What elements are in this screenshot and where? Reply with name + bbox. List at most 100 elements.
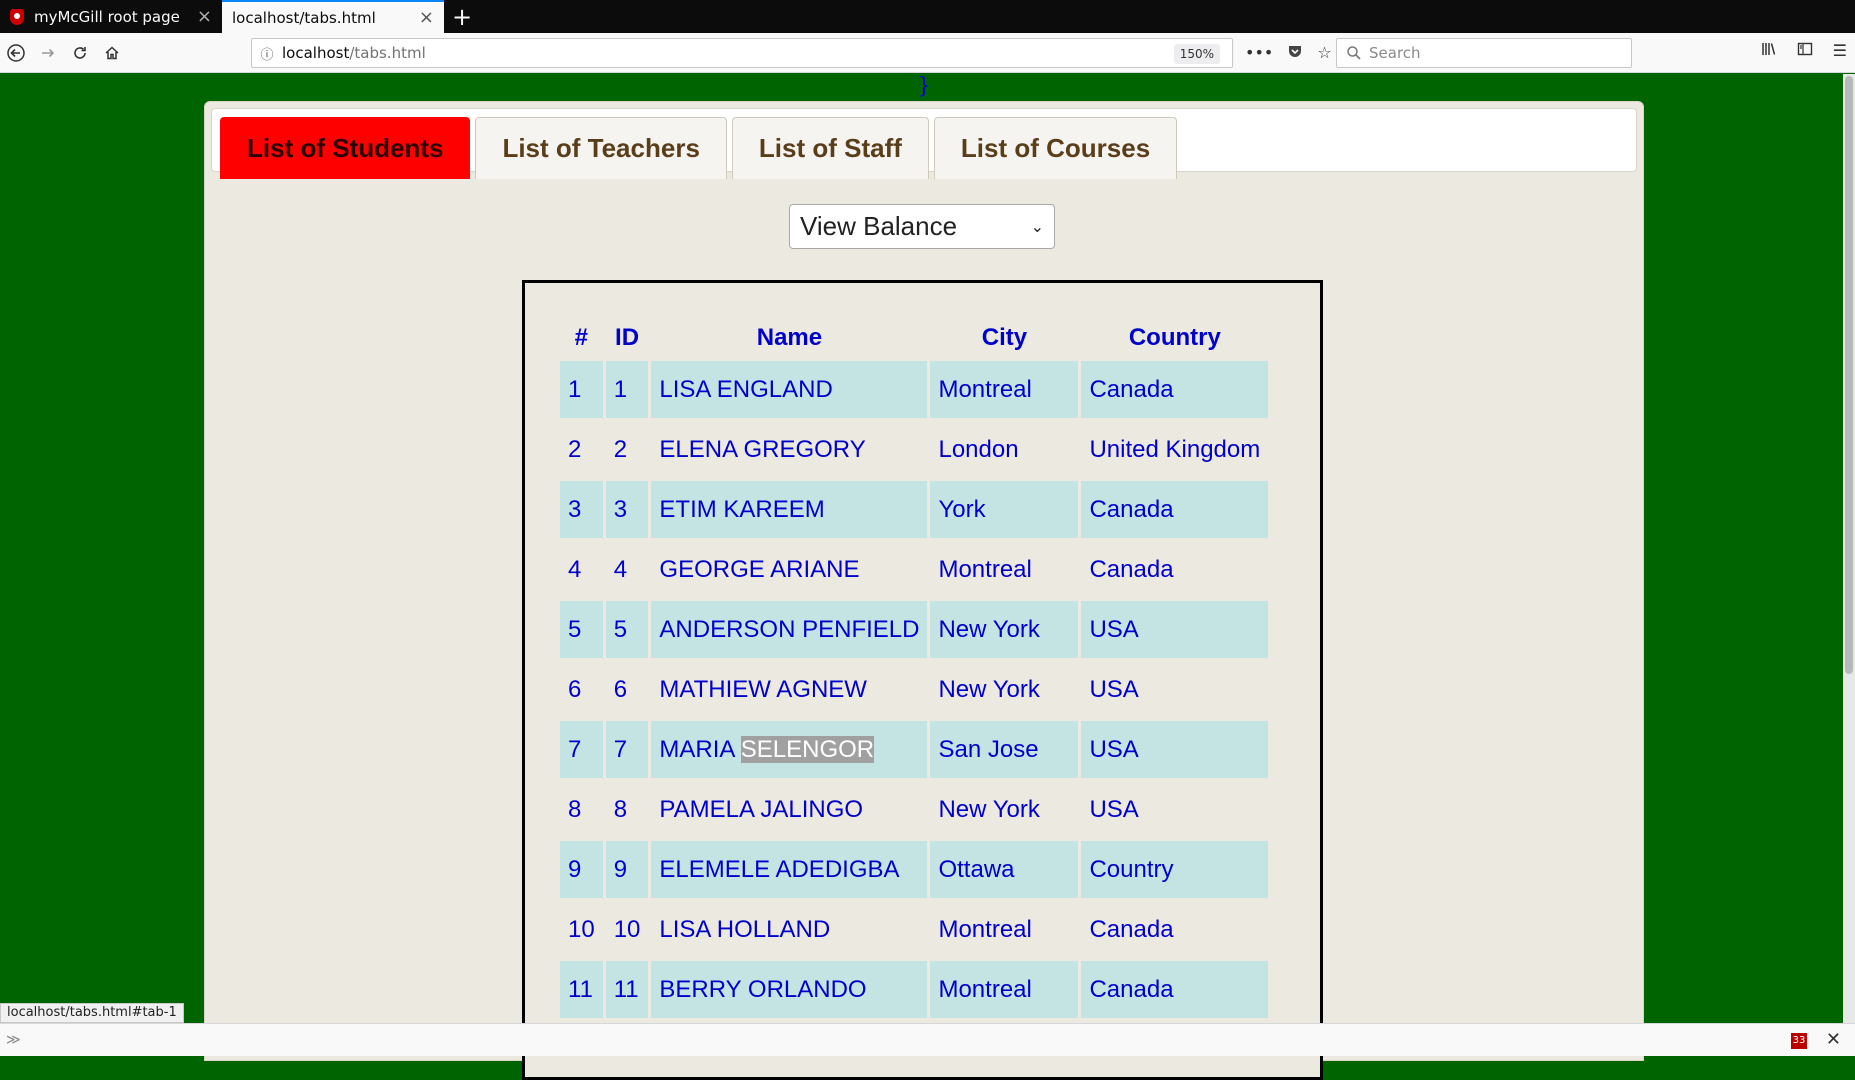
expand-chevron-icon[interactable]: ≫ xyxy=(6,1032,21,1048)
cell-id: 9 xyxy=(605,841,649,898)
column-header-country[interactable]: Country xyxy=(1081,318,1268,358)
search-input[interactable]: Search xyxy=(1336,38,1632,68)
zoom-level-badge[interactable]: 150% xyxy=(1173,44,1220,64)
info-icon[interactable]: ⓘ xyxy=(252,44,282,63)
cell-id: 8 xyxy=(613,795,628,823)
close-icon[interactable]: ✕ xyxy=(1826,1029,1841,1050)
home-button[interactable] xyxy=(96,37,128,69)
column-header-number[interactable]: # xyxy=(560,318,603,358)
students-table: # ID Name City Country 1 1 LISA ENGLAND Mon… xyxy=(557,315,1271,1021)
cell-country: Canada xyxy=(1081,361,1269,418)
cell-city: New York xyxy=(938,675,1040,703)
cell-city: Montreal xyxy=(938,915,1032,943)
table-row: 9 9 ELEMELE ADEDIGBA Ottawa Country xyxy=(560,841,1269,898)
mcgill-shield-icon xyxy=(10,8,24,25)
search-icon xyxy=(1347,46,1361,60)
column-header-id[interactable]: ID xyxy=(606,318,649,358)
column-header-name[interactable]: Name xyxy=(651,318,927,358)
browser-tab-tabs-html[interactable]: localhost/tabs.html × xyxy=(222,0,444,33)
browser-tab-strip: myMcGill root page × localhost/tabs.html… xyxy=(0,0,1855,33)
cell-city: Montreal xyxy=(930,961,1079,1018)
cell-country: Canada xyxy=(1081,961,1269,1018)
cell-name: LISA ENGLAND xyxy=(651,361,928,418)
table-row: 7 7 MARIA SELENGOR San Jose USA xyxy=(560,721,1269,778)
tab-list-of-teachers[interactable]: List of Teachers xyxy=(475,117,727,179)
table-row: 10 10 LISA HOLLAND Montreal Canada xyxy=(560,901,1268,958)
cell-id: 7 xyxy=(605,721,649,778)
cell-name: GEORGE ARIANE xyxy=(659,555,860,583)
page-actions-menu-icon[interactable]: ••• xyxy=(1245,43,1273,63)
cell-name: ELEMELE ADEDIGBA xyxy=(651,841,928,898)
browser-tab-title: localhost/tabs.html xyxy=(232,8,376,27)
pocket-icon[interactable] xyxy=(1287,43,1303,63)
cell-number: 4 xyxy=(568,555,582,583)
cell-country: USA xyxy=(1081,721,1269,778)
cell-number: 7 xyxy=(560,721,603,778)
chevron-down-icon: ⌄ xyxy=(1030,218,1044,236)
cell-id: 3 xyxy=(605,481,649,538)
sidebar-icon[interactable] xyxy=(1797,41,1813,61)
url-path: /tabs.html xyxy=(349,44,426,62)
status-url-tooltip: localhost/tabs.html#tab-1 xyxy=(0,1003,184,1023)
hamburger-menu-icon[interactable]: ☰ xyxy=(1833,41,1847,61)
tab-list-of-courses[interactable]: List of Courses xyxy=(933,117,1178,179)
view-select-dropdown[interactable]: View Balance ⌄ xyxy=(789,204,1055,249)
cell-name: LISA HOLLAND xyxy=(659,915,831,943)
new-tab-button[interactable]: + xyxy=(444,0,480,33)
library-icon[interactable] xyxy=(1761,41,1777,61)
cell-country: Canada xyxy=(1089,915,1174,943)
name-text: MARIA xyxy=(659,735,741,763)
cell-number: 10 xyxy=(568,915,595,943)
cell-name: ELENA GREGORY xyxy=(659,435,866,463)
bookmark-star-icon[interactable]: ☆ xyxy=(1317,43,1331,63)
table-row: 5 5 ANDERSON PENFIELD New York USA xyxy=(560,601,1269,658)
scrollbar-thumb[interactable] xyxy=(1845,76,1853,674)
cell-country: USA xyxy=(1081,601,1269,658)
close-tab-icon[interactable]: × xyxy=(197,6,212,27)
tab-list-of-students[interactable]: List of Students xyxy=(220,117,471,179)
cell-country: United Kingdom xyxy=(1089,435,1261,463)
cell-city: Ottawa xyxy=(930,841,1079,898)
tab-list-of-staff[interactable]: List of Staff xyxy=(731,117,929,179)
cell-id: 11 xyxy=(605,961,649,1018)
cell-name: MARIA SELENGOR xyxy=(651,721,928,778)
back-button[interactable] xyxy=(0,37,32,69)
tabs-panel: List of Students List of Teachers List o… xyxy=(204,101,1644,1080)
search-placeholder: Search xyxy=(1369,44,1421,62)
forward-button[interactable] xyxy=(32,37,64,69)
column-header-city[interactable]: City xyxy=(930,318,1078,358)
stray-brace-text: } xyxy=(917,74,931,99)
arrow-right-icon xyxy=(42,48,55,57)
students-table-container: # ID Name City Country 1 1 LISA ENGLAND Mon… xyxy=(522,280,1323,1080)
tab-header-bar: List of Students List of Teachers List o… xyxy=(211,108,1637,179)
cell-city: New York xyxy=(938,795,1040,823)
reload-button[interactable] xyxy=(64,37,96,69)
cell-city: Montreal xyxy=(930,361,1079,418)
arrow-left-icon xyxy=(7,43,25,62)
table-row: 2 2 ELENA GREGORY London United Kingdom xyxy=(560,421,1268,478)
address-bar[interactable]: ⓘ localhost/tabs.html 150% xyxy=(251,38,1233,68)
select-value: View Balance xyxy=(800,211,958,241)
cell-id: 1 xyxy=(605,361,649,418)
url-host: localhost xyxy=(282,44,350,62)
cell-number: 5 xyxy=(560,601,603,658)
selected-text-highlight: SELENGOR xyxy=(740,735,875,763)
cell-id: 4 xyxy=(613,555,628,583)
cell-id: 6 xyxy=(613,675,628,703)
table-row: 4 4 GEORGE ARIANE Montreal Canada xyxy=(560,541,1268,598)
browser-tab-mymcgill[interactable]: myMcGill root page × xyxy=(0,0,222,33)
table-row: 3 3 ETIM KAREEM York Canada xyxy=(560,481,1269,538)
cell-number: 6 xyxy=(568,675,582,703)
cell-city: York xyxy=(930,481,1079,538)
cell-city: Montreal xyxy=(938,555,1032,583)
cell-id: 2 xyxy=(613,435,628,463)
cell-id: 5 xyxy=(605,601,649,658)
cell-number: 3 xyxy=(560,481,603,538)
table-row: 11 11 BERRY ORLANDO Montreal Canada xyxy=(560,961,1269,1018)
extension-badge[interactable]: 33 xyxy=(1791,1033,1807,1049)
cell-name: ANDERSON PENFIELD xyxy=(651,601,928,658)
cell-country: Canada xyxy=(1089,555,1174,583)
close-tab-icon[interactable]: × xyxy=(419,7,434,28)
cell-name: ETIM KAREEM xyxy=(651,481,928,538)
table-row: 1 1 LISA ENGLAND Montreal Canada xyxy=(560,361,1269,418)
